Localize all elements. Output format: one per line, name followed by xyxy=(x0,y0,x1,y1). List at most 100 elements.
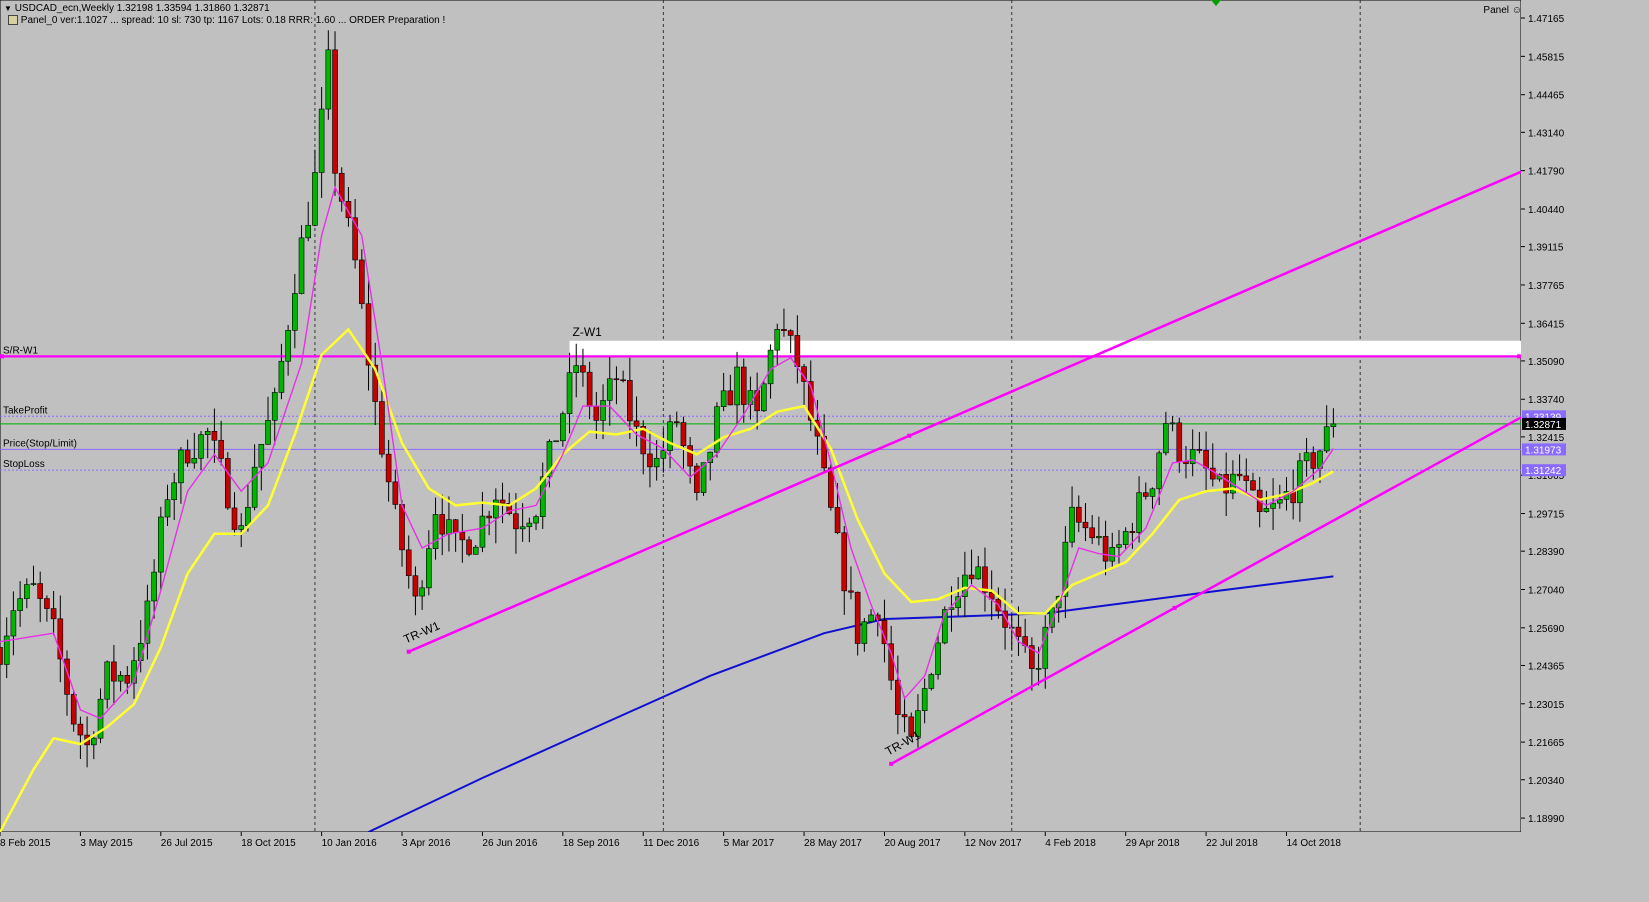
candle-bear xyxy=(359,259,365,305)
candle-bear xyxy=(740,366,747,405)
panel-status-text: Panel_0 ver:1.1027 ... spread: 10 sl: 73… xyxy=(20,15,446,26)
candle-bear xyxy=(633,420,640,427)
trendline-midpoint xyxy=(907,433,912,438)
chart-scroll-marker-icon[interactable] xyxy=(1211,0,1221,6)
candle-bull xyxy=(868,614,874,623)
candle-bear xyxy=(44,598,50,609)
price-tick-label: 1.40440 xyxy=(1528,205,1565,216)
price-tick-label: 1.33740 xyxy=(1528,395,1565,406)
candle-bear xyxy=(586,371,593,407)
candle-bull xyxy=(258,443,265,468)
price-badge-label: 1.31242 xyxy=(1525,466,1562,477)
candle-bear xyxy=(968,574,975,580)
price-tick-label: 1.32415 xyxy=(1528,433,1565,444)
candle-bear xyxy=(687,445,693,467)
candle-bear xyxy=(111,661,117,682)
price-chart[interactable]: Z-W1 S/R-W1 TakeProfit Price(Stop/Limit) St… xyxy=(0,0,1649,898)
price-tick-label: 1.41790 xyxy=(1528,167,1565,178)
sr-marker xyxy=(1517,354,1521,359)
candle-bull xyxy=(921,688,928,711)
candle-bear xyxy=(1129,531,1136,533)
candle-bull xyxy=(935,642,941,675)
level-label: TakeProfit xyxy=(3,405,48,416)
candle-bull xyxy=(1169,422,1176,425)
settings-icon[interactable] xyxy=(8,15,18,26)
level-label: S/R-W1 xyxy=(3,345,38,356)
candle-bull xyxy=(117,675,124,682)
candle-bull xyxy=(1109,547,1116,562)
candle-bear xyxy=(405,549,412,576)
candle-bear xyxy=(452,519,459,533)
candle-bear xyxy=(50,608,57,620)
price-tick-label: 1.29715 xyxy=(1528,510,1565,521)
candle-bear xyxy=(1082,521,1089,529)
time-tick-label: 3 Apr 2016 xyxy=(402,838,451,849)
candle-bull xyxy=(1062,541,1069,597)
candle-bear xyxy=(37,583,44,599)
candle-bear xyxy=(787,330,794,336)
candle-bull xyxy=(479,515,486,548)
candle-bear xyxy=(184,449,191,464)
candle-bull xyxy=(1330,423,1337,428)
collapse-arrow-icon[interactable]: ▼ xyxy=(4,4,12,13)
price-badge-label: 1.31973 xyxy=(1525,445,1562,456)
chart-window[interactable]: Z-W1 S/R-W1 TakeProfit Price(Stop/Limit) St… xyxy=(0,0,1649,898)
candle-bull xyxy=(1149,488,1156,497)
candle-bear xyxy=(673,421,680,424)
candle-bull xyxy=(312,172,318,226)
panel-label: Panel xyxy=(1483,5,1509,16)
candle-bull xyxy=(519,526,526,530)
candle-bull xyxy=(204,430,211,435)
time-tick-label: 18 Oct 2015 xyxy=(241,838,296,849)
candle-bull xyxy=(245,506,251,526)
candle-bear xyxy=(459,532,466,541)
candle-bear xyxy=(70,694,77,725)
candle-bear xyxy=(620,379,626,382)
candle-bear xyxy=(499,499,506,504)
candle-bull xyxy=(305,225,312,239)
candle-bull xyxy=(526,522,533,528)
candle-bull xyxy=(660,450,667,459)
time-tick-label: 3 May 2015 xyxy=(80,838,133,849)
candle-bear xyxy=(399,504,405,551)
candle-bear xyxy=(466,539,472,555)
price-tick-label: 1.36415 xyxy=(1528,319,1565,330)
candle-bear xyxy=(727,390,734,406)
candle-bear xyxy=(1243,475,1250,481)
candle-bull xyxy=(734,366,740,406)
level-label: Price(Stop/Limit) xyxy=(3,438,77,449)
candle-bull xyxy=(653,457,660,468)
candle-bull xyxy=(774,329,781,351)
candle-bull xyxy=(191,458,198,464)
candle-bull xyxy=(164,499,171,518)
time-tick-label: 26 Jul 2015 xyxy=(161,838,213,849)
candle-bull xyxy=(767,349,774,385)
candle-bear xyxy=(1310,452,1317,469)
candle-bear xyxy=(794,335,801,367)
candle-bear xyxy=(392,481,399,505)
candle-bear xyxy=(332,49,338,174)
candle-bear xyxy=(218,439,224,459)
time-tick-label: 12 Nov 2017 xyxy=(965,838,1022,849)
candle-bull xyxy=(198,434,204,459)
candle-bear xyxy=(231,507,238,530)
candle-bull xyxy=(151,571,157,602)
time-tick-label: 26 Jun 2016 xyxy=(482,838,537,849)
candle-bear xyxy=(385,453,392,483)
candle-bull xyxy=(285,330,291,362)
candle-bull xyxy=(1323,426,1330,452)
candle-bear xyxy=(211,430,218,441)
candle-bull xyxy=(1163,423,1169,454)
candle-bear xyxy=(77,723,84,736)
panel-toggle-button[interactable]: Panel ☺ xyxy=(1483,5,1522,16)
candle-bull xyxy=(600,400,606,421)
smile-icon: ☺ xyxy=(1511,5,1522,16)
trendline-midpoint xyxy=(1172,605,1177,610)
price-tick-label: 1.21665 xyxy=(1528,738,1565,749)
candle-bear xyxy=(647,453,653,468)
price-tick-label: 1.45815 xyxy=(1528,52,1565,63)
sr-marker xyxy=(0,354,4,359)
price-tick-label: 1.35090 xyxy=(1528,357,1565,368)
candle-bear xyxy=(1015,626,1022,637)
candle-bull xyxy=(104,661,111,700)
